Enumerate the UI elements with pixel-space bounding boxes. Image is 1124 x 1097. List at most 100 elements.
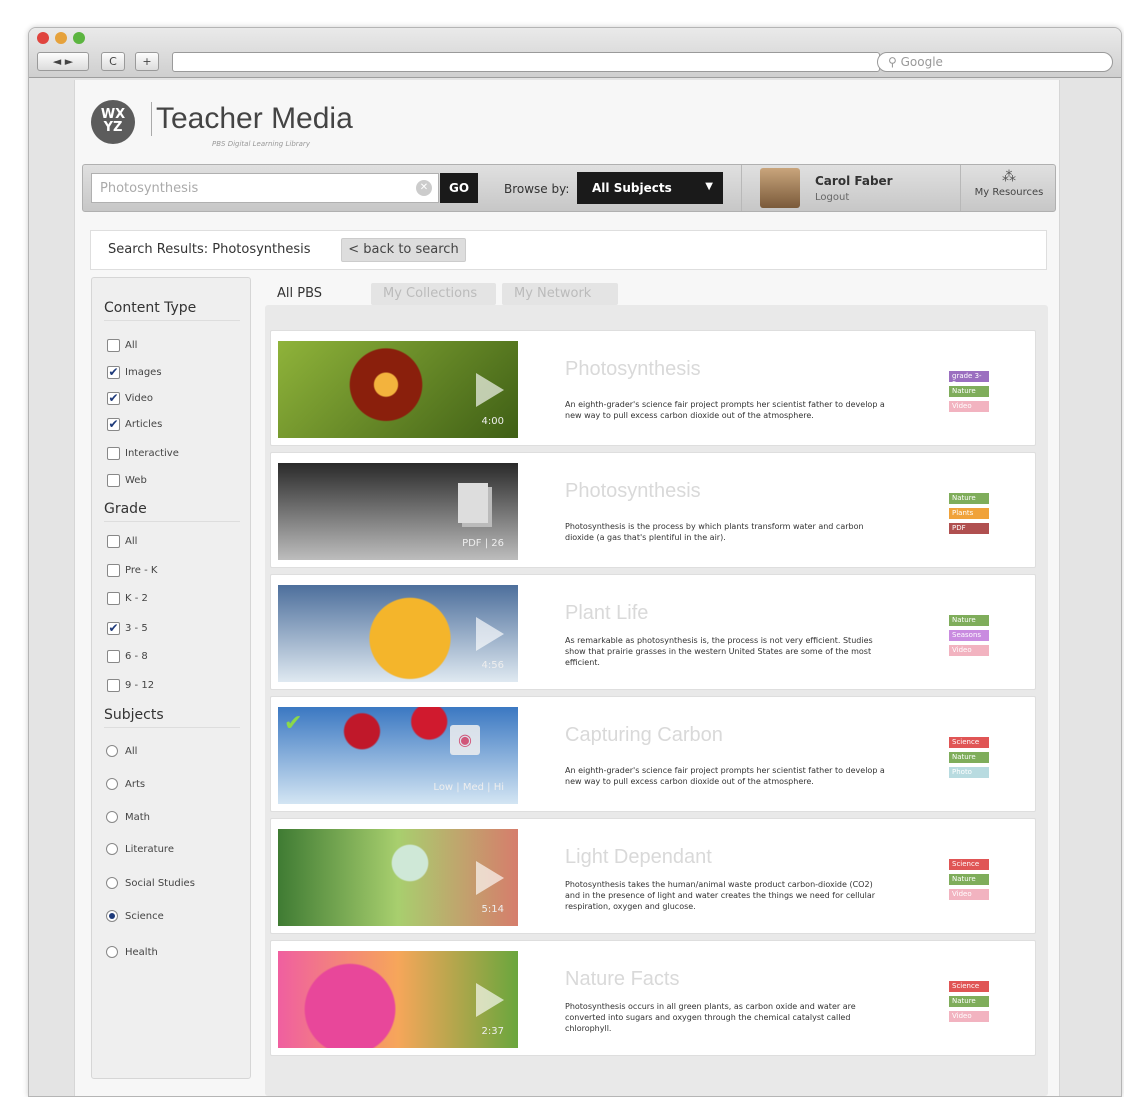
- add-bookmark-button[interactable]: +: [135, 52, 159, 71]
- result-tag[interactable]: grade 3-5: [949, 371, 989, 388]
- checkbox-all[interactable]: [107, 535, 120, 548]
- search-bar: Photosynthesis ✕ GO Browse by: All Subje…: [82, 164, 1056, 212]
- result-thumbnail[interactable]: 4:56: [278, 585, 518, 682]
- zoom-window-button[interactable]: [73, 32, 85, 44]
- url-field[interactable]: [172, 52, 880, 72]
- radio-all[interactable]: [106, 745, 118, 757]
- filter-option-label: Interactive: [125, 448, 179, 459]
- checkbox-images[interactable]: ✔: [107, 366, 120, 379]
- content-type-heading: Content Type: [104, 300, 197, 316]
- result-description: As remarkable as photosynthesis is, the …: [565, 636, 873, 667]
- result-tag[interactable]: Nature: [949, 386, 989, 397]
- play-icon[interactable]: [476, 617, 504, 651]
- search-icon: ⚲: [888, 55, 901, 69]
- browser-search-field[interactable]: ⚲ Google: [877, 52, 1113, 72]
- checkmark-icon: ✔: [284, 711, 303, 736]
- radio-health[interactable]: [106, 946, 118, 958]
- result-tag[interactable]: Video: [949, 645, 989, 656]
- result-tag[interactable]: Science: [949, 981, 989, 992]
- checkbox-k-2[interactable]: [107, 592, 120, 605]
- browser-search-placeholder: Google: [900, 55, 943, 69]
- play-icon[interactable]: [476, 373, 504, 407]
- resources-label: My Resources: [974, 187, 1044, 198]
- result-tag[interactable]: Nature: [949, 874, 989, 885]
- tab-my-network[interactable]: My Network: [502, 283, 618, 305]
- result-card[interactable]: 5:14 Light Dependant Photosynthesis takes …: [270, 818, 1036, 934]
- checkbox-3-5[interactable]: ✔: [107, 622, 120, 635]
- filter-option-label: Health: [125, 947, 158, 958]
- document-icon: [458, 483, 488, 523]
- back-to-search-button[interactable]: < back to search: [341, 238, 466, 262]
- filter-option-label: Images: [125, 367, 162, 378]
- result-tag[interactable]: Video: [949, 401, 989, 412]
- clear-search-icon[interactable]: ✕: [416, 180, 432, 196]
- result-tag[interactable]: Science: [949, 859, 989, 870]
- result-tag[interactable]: Video: [949, 889, 989, 900]
- radio-math[interactable]: [106, 811, 118, 823]
- result-tag[interactable]: Photo: [949, 767, 989, 778]
- logout-link[interactable]: Logout: [815, 192, 849, 203]
- checkbox-articles[interactable]: ✔: [107, 418, 120, 431]
- checkbox-all[interactable]: [107, 339, 120, 352]
- go-button[interactable]: GO: [440, 173, 478, 203]
- filter-option-label: 3 - 5: [125, 623, 148, 634]
- result-tag[interactable]: Video: [949, 1011, 989, 1022]
- result-card[interactable]: ✔ ◉ Low | Med | Hi Capturing Carbon An eight…: [270, 696, 1036, 812]
- site-logo[interactable]: WX YZ: [91, 100, 135, 144]
- result-card[interactable]: 4:56 Plant Life As remarkable as photosynt…: [270, 574, 1036, 690]
- result-tag[interactable]: Seasons: [949, 630, 989, 641]
- result-description: Photosynthesis is the process by which p…: [565, 522, 864, 542]
- play-icon[interactable]: [476, 983, 504, 1017]
- checkbox-9-12[interactable]: [107, 679, 120, 692]
- filter-option-label: All: [125, 536, 138, 547]
- radio-social-studies[interactable]: [106, 877, 118, 889]
- results-panel: All PBS My Collections My Network 4:00 Ph…: [265, 283, 1048, 1096]
- checkbox-web[interactable]: [107, 474, 120, 487]
- play-icon[interactable]: [476, 861, 504, 895]
- result-title[interactable]: Photosynthesis: [565, 358, 701, 381]
- filter-option-label: Science: [125, 911, 164, 922]
- filter-option-label: Arts: [125, 779, 146, 790]
- tab-my-collections[interactable]: My Collections: [371, 283, 496, 305]
- result-thumbnail[interactable]: PDF | 26: [278, 463, 518, 560]
- browse-value: All Subjects: [592, 181, 672, 195]
- radio-science[interactable]: [106, 910, 118, 922]
- checkbox-6-8[interactable]: [107, 650, 120, 663]
- results-title: Search Results: Photosynthesis: [108, 242, 311, 257]
- divider: [104, 521, 240, 522]
- checkbox-pre-k[interactable]: [107, 564, 120, 577]
- tab-all-pbs[interactable]: All PBS: [265, 283, 335, 305]
- my-resources-button[interactable]: ⁂ My Resources: [963, 169, 1055, 198]
- result-tag[interactable]: Nature: [949, 615, 989, 626]
- minimize-window-button[interactable]: [55, 32, 67, 44]
- result-card[interactable]: PDF | 26 Photosynthesis Photosynthesis is …: [270, 452, 1036, 568]
- back-forward-button[interactable]: ◄ ►: [37, 52, 89, 71]
- result-title[interactable]: Capturing Carbon: [565, 724, 723, 747]
- checkbox-interactive[interactable]: [107, 447, 120, 460]
- result-thumbnail[interactable]: 5:14: [278, 829, 518, 926]
- search-input[interactable]: Photosynthesis: [91, 173, 439, 203]
- result-tag[interactable]: Science: [949, 737, 989, 748]
- result-tag[interactable]: Nature: [949, 493, 989, 504]
- result-tag[interactable]: PDF: [949, 523, 989, 534]
- result-thumbnail[interactable]: ✔ ◉ Low | Med | Hi: [278, 707, 518, 804]
- result-title[interactable]: Photosynthesis: [565, 480, 701, 503]
- result-tag[interactable]: Nature: [949, 752, 989, 763]
- result-title[interactable]: Plant Life: [565, 602, 648, 625]
- radio-arts[interactable]: [106, 778, 118, 790]
- result-title[interactable]: Light Dependant: [565, 846, 712, 869]
- result-card[interactable]: 4:00 Photosynthesis An eighth-grader's sci…: [270, 330, 1036, 446]
- result-card[interactable]: 2:37 Nature Facts Photosynthesis occurs in…: [270, 940, 1036, 1056]
- radio-literature[interactable]: [106, 843, 118, 855]
- browse-select[interactable]: All Subjects ▼: [577, 172, 723, 204]
- avatar[interactable]: [760, 168, 800, 208]
- reload-button[interactable]: C: [101, 52, 125, 71]
- result-tag[interactable]: Nature: [949, 996, 989, 1007]
- result-title[interactable]: Nature Facts: [565, 968, 679, 991]
- filter-option-label: K - 2: [125, 593, 148, 604]
- result-thumbnail[interactable]: 4:00: [278, 341, 518, 438]
- close-window-button[interactable]: [37, 32, 49, 44]
- result-thumbnail[interactable]: 2:37: [278, 951, 518, 1048]
- result-tag[interactable]: Plants: [949, 508, 989, 519]
- checkbox-video[interactable]: ✔: [107, 392, 120, 405]
